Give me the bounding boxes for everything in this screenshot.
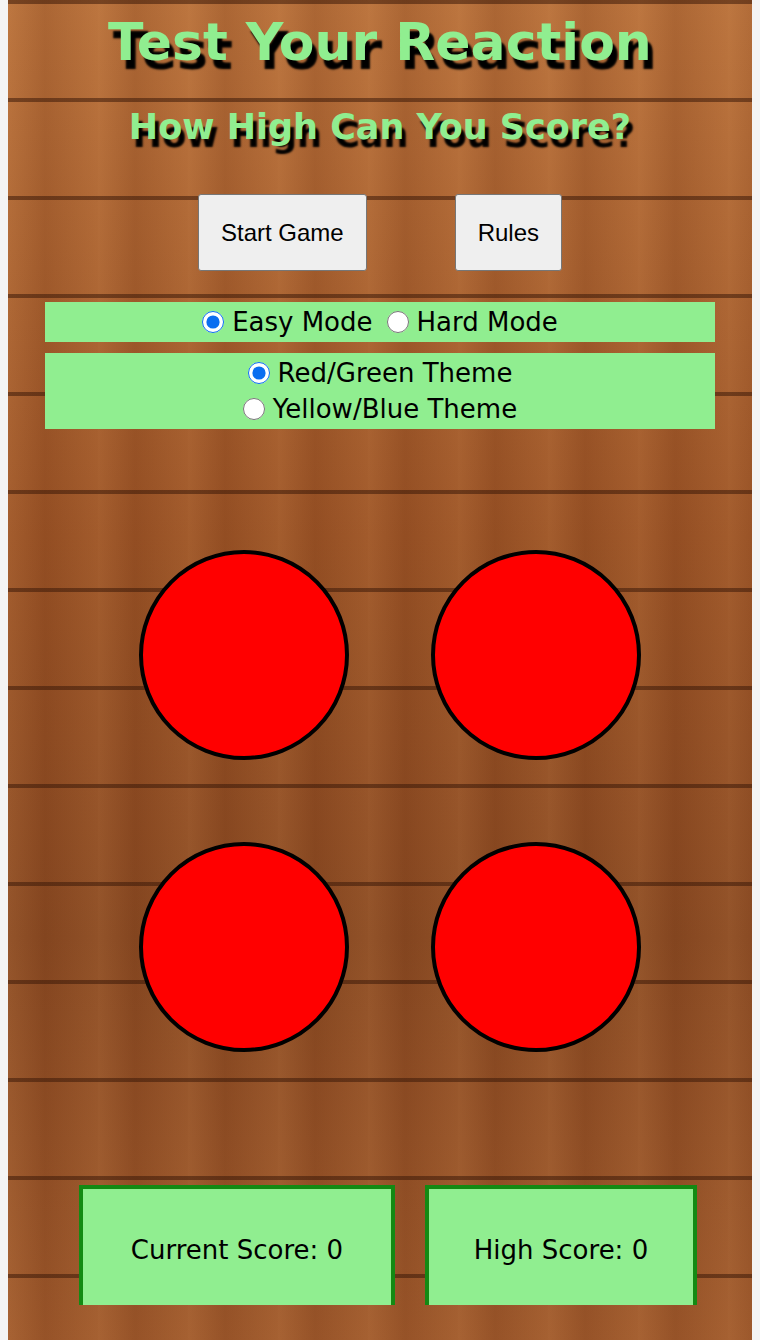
- score-row: Current Score: 0High Score: 0: [79, 1185, 697, 1305]
- game-subtitle: How High Can You Score?: [129, 104, 631, 150]
- rules-button[interactable]: Rules: [455, 194, 562, 271]
- high-score: High Score: 0: [425, 1185, 697, 1305]
- theme-option[interactable]: Red/Green Theme: [248, 355, 513, 391]
- difficulty-option[interactable]: Easy Mode: [202, 304, 372, 340]
- theme-label: Red/Green Theme: [278, 355, 513, 391]
- theme-option[interactable]: Yellow/Blue Theme: [243, 391, 517, 427]
- theme-radio[interactable]: [243, 398, 265, 420]
- current-score: Current Score: 0: [79, 1185, 395, 1305]
- target-circle[interactable]: [139, 550, 349, 760]
- target-circle[interactable]: [139, 842, 349, 1052]
- target-circle[interactable]: [431, 550, 641, 760]
- theme-label: Yellow/Blue Theme: [273, 391, 517, 427]
- theme-radio[interactable]: [248, 362, 270, 384]
- theme-options: Red/Green ThemeYellow/Blue Theme: [45, 353, 715, 429]
- difficulty-label: Easy Mode: [232, 304, 372, 340]
- target-circle[interactable]: [431, 842, 641, 1052]
- game-page: Test Your Reaction How High Can You Score…: [8, 0, 752, 1340]
- start-button[interactable]: Start Game: [198, 194, 367, 271]
- circle-grid: [139, 550, 641, 1052]
- difficulty-label: Hard Mode: [417, 304, 558, 340]
- difficulty-radio[interactable]: [387, 311, 409, 333]
- game-title: Test Your Reaction: [108, 10, 652, 74]
- button-row: Start Game Rules: [198, 194, 562, 271]
- difficulty-options: Easy Mode Hard Mode: [45, 302, 715, 342]
- difficulty-radio[interactable]: [202, 311, 224, 333]
- difficulty-option[interactable]: Hard Mode: [387, 304, 558, 340]
